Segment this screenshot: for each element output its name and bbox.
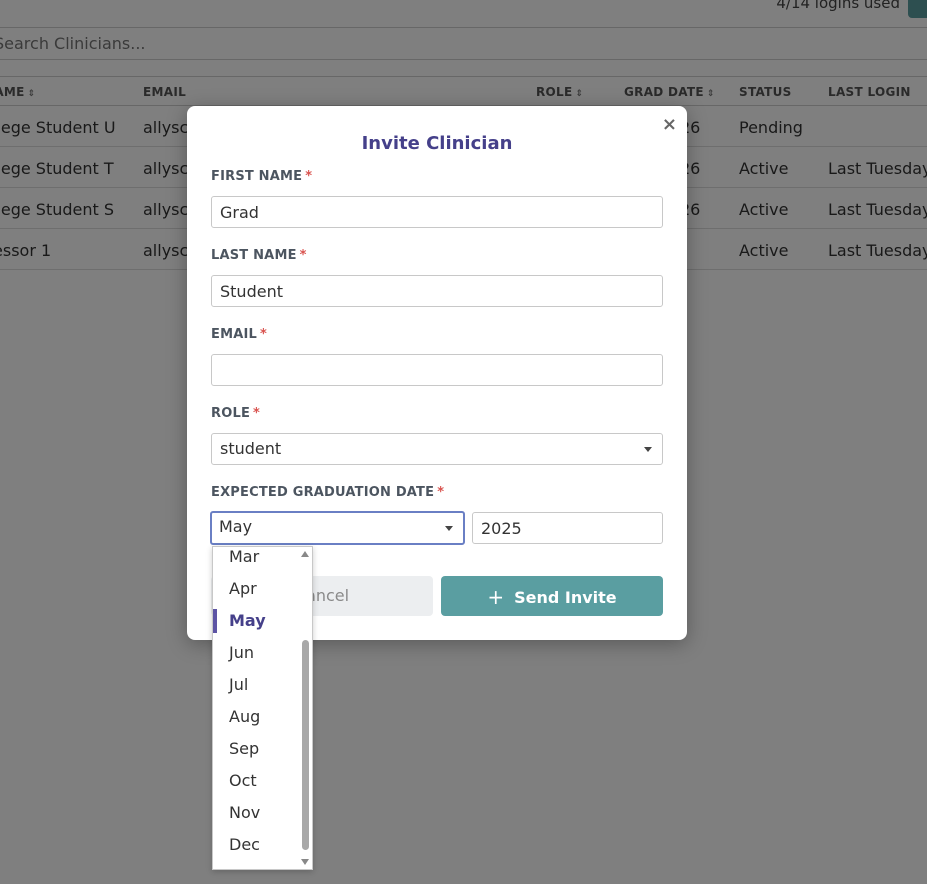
month-option[interactable]: Aug xyxy=(213,701,301,733)
month-option-selected[interactable]: May xyxy=(213,605,301,637)
email-label: EMAIL * xyxy=(211,327,267,342)
role-select[interactable]: student xyxy=(211,433,663,465)
required-marker: * xyxy=(253,406,261,421)
month-option[interactable]: Apr xyxy=(213,573,301,605)
month-option[interactable]: Jul xyxy=(213,669,301,701)
required-marker: * xyxy=(305,169,313,184)
month-option[interactable]: Nov xyxy=(213,797,301,829)
role-label: ROLE * xyxy=(211,406,261,421)
plus-icon: + xyxy=(487,585,505,609)
last-name-input[interactable] xyxy=(211,275,663,307)
scroll-down-icon[interactable] xyxy=(301,859,309,865)
scrollbar-thumb[interactable] xyxy=(302,640,309,850)
close-icon[interactable]: × xyxy=(662,114,677,135)
email-field[interactable] xyxy=(211,354,663,386)
role-select-value: student xyxy=(220,439,282,458)
required-marker: * xyxy=(260,327,267,342)
month-dropdown-list[interactable]: Mar Apr May Jun Jul Aug Sep Oct Nov Dec xyxy=(212,546,313,870)
required-marker: * xyxy=(299,248,307,263)
month-option[interactable]: Jun xyxy=(213,637,301,669)
chevron-down-icon xyxy=(445,526,453,531)
first-name-input[interactable] xyxy=(211,196,663,228)
month-option[interactable]: Mar xyxy=(213,547,301,573)
month-option[interactable]: Dec xyxy=(213,829,301,861)
send-invite-button[interactable]: + Send Invite xyxy=(441,576,663,616)
grad-date-label: EXPECTED GRADUATION DATE * xyxy=(211,485,445,500)
required-marker: * xyxy=(437,485,445,500)
month-select-value: May xyxy=(219,517,253,536)
month-option[interactable]: Oct xyxy=(213,765,301,797)
scroll-up-icon[interactable] xyxy=(301,551,309,557)
modal-title: Invite Clinician xyxy=(361,133,513,154)
chevron-down-icon xyxy=(644,447,652,452)
year-input[interactable] xyxy=(472,512,663,544)
month-option[interactable]: Sep xyxy=(213,733,301,765)
first-name-label: FIRST NAME * xyxy=(211,169,313,184)
last-name-label: LAST NAME * xyxy=(211,248,307,263)
dropdown-scrollbar[interactable] xyxy=(300,547,312,869)
month-select[interactable]: May xyxy=(210,511,465,545)
